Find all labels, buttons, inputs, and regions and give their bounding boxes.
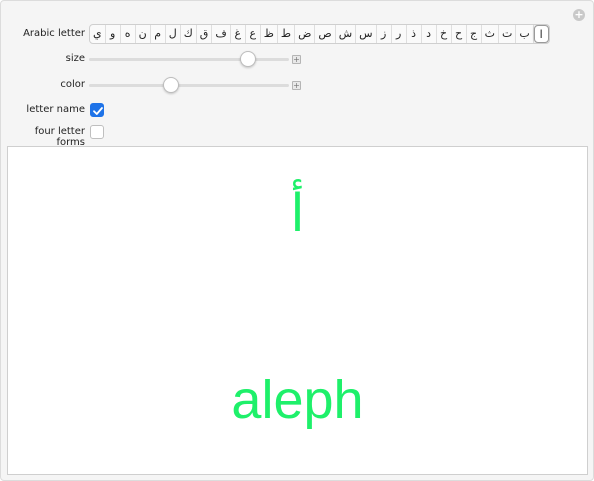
letter-button[interactable]: غ [231,25,246,43]
letter-button[interactable]: ذ [407,25,422,43]
color-label: color [60,79,85,90]
letter-button[interactable]: ك [181,25,197,43]
letter-button[interactable]: ب [516,25,534,43]
letter-display: أ aleph [7,146,588,475]
letter-button[interactable]: ف [212,25,231,43]
letter-button[interactable]: ع [246,25,261,43]
plus-square-icon[interactable]: + [292,81,301,90]
letter-button[interactable]: ن [136,25,151,43]
size-slider-thumb[interactable] [239,51,256,67]
letter-button[interactable]: ح [452,25,467,43]
letter-button[interactable]: ز [377,25,392,43]
letter-button[interactable]: و [106,25,121,43]
checkmark-icon [93,107,103,115]
arabic-glyph: أ [290,184,305,244]
letter-button[interactable]: ه [121,25,136,43]
color-slider-thumb[interactable] [162,77,179,93]
letter-button[interactable]: ش [336,25,357,43]
color-slider-track [89,84,289,87]
letter-button[interactable]: د [422,25,437,43]
letter-button[interactable]: م [151,25,166,43]
letter-name-text: aleph [231,370,364,430]
letter-button[interactable]: ظ [261,25,278,43]
letter-name-checkbox[interactable] [90,103,104,117]
color-slider[interactable] [89,77,289,93]
letter-button[interactable]: خ [437,25,452,43]
size-slider-track [89,58,289,61]
letter-button[interactable]: ط [278,25,296,43]
plus-square-icon[interactable]: + [292,55,301,64]
arabic-letter-label: Arabic letter [23,28,85,39]
letter-button[interactable]: ر [392,25,407,43]
letter-button[interactable]: ا [533,25,549,43]
control-panel: + Arabic letter يوهنملكقفغعظطضصشسزرذدخحج… [0,0,594,481]
size-label: size [65,53,85,64]
arabic-letter-setter: يوهنملكقفغعظطضصشسزرذدخحجثتبا [89,24,550,44]
letter-button[interactable]: ق [197,25,213,43]
letter-button[interactable]: ص [315,25,336,43]
letter-button[interactable]: ج [467,25,482,43]
letter-button[interactable]: ل [166,25,181,43]
letter-button[interactable]: ي [90,25,106,43]
size-slider[interactable] [89,51,289,67]
letter-button[interactable]: ث [482,25,499,43]
four-letter-forms-label: four letter forms [34,126,85,148]
four-letter-forms-checkbox[interactable] [90,125,104,139]
letter-name-label: letter name [26,104,85,115]
letter-button[interactable]: ض [295,25,316,43]
plus-circle-icon[interactable]: + [573,9,585,21]
letter-button[interactable]: ت [499,25,517,43]
letter-button[interactable]: س [356,25,377,43]
